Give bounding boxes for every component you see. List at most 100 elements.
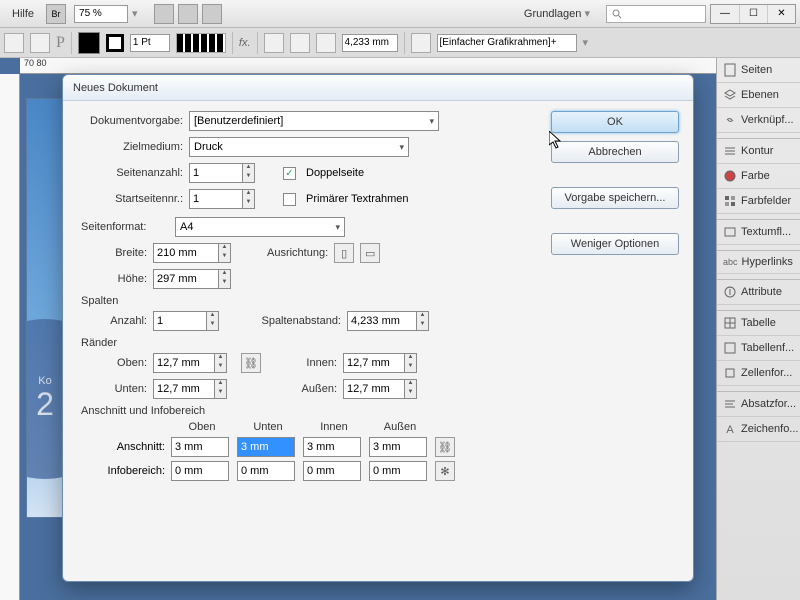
label-bleed: Anschnitt: bbox=[93, 441, 167, 453]
cancel-button[interactable]: Abbrechen bbox=[551, 141, 679, 163]
margin-bottom-input[interactable] bbox=[153, 379, 215, 399]
close-button[interactable]: ✕ bbox=[767, 5, 795, 23]
label-gutter: Spaltenabstand: bbox=[241, 315, 341, 327]
label-moutside: Außen: bbox=[275, 383, 337, 395]
ruler-vertical bbox=[0, 74, 20, 600]
panel-stroke[interactable]: Kontur bbox=[717, 139, 800, 164]
margin-inside-input[interactable] bbox=[343, 353, 405, 373]
control-panel: P fx. ▾ bbox=[0, 28, 800, 58]
panel-textwrap[interactable]: Textumfl... bbox=[717, 220, 800, 245]
panel-links[interactable]: Verknüpf... bbox=[717, 108, 800, 133]
label-mbottom: Unten: bbox=[93, 383, 147, 395]
pagecount-input[interactable] bbox=[189, 163, 243, 183]
label-facing: Doppelseite bbox=[306, 167, 364, 179]
panel-tablestyles[interactable]: Tabellenf... bbox=[717, 336, 800, 361]
align-icon[interactable] bbox=[264, 33, 284, 53]
stroke-weight[interactable] bbox=[130, 34, 170, 52]
orientation-portrait-icon[interactable]: ▯ bbox=[334, 243, 354, 263]
minimize-button[interactable]: — bbox=[711, 5, 739, 23]
link-slug-icon[interactable]: ✻ bbox=[435, 461, 455, 481]
gutter-input[interactable] bbox=[347, 311, 417, 331]
tool-icon[interactable] bbox=[30, 33, 50, 53]
bleed-inside[interactable] bbox=[303, 437, 361, 457]
stroke-swatch[interactable] bbox=[106, 34, 124, 52]
facing-pages-checkbox[interactable]: ✓ bbox=[283, 167, 296, 180]
ok-button[interactable]: OK bbox=[551, 111, 679, 133]
preset-dropdown[interactable]: [Benutzerdefiniert] bbox=[189, 111, 439, 131]
section-margins: Ränder bbox=[81, 337, 539, 349]
label-width: Breite: bbox=[93, 247, 147, 259]
label-pagecount: Seitenanzahl: bbox=[77, 167, 183, 179]
ruler-horizontal: 70 80 bbox=[20, 58, 720, 74]
startpage-input[interactable] bbox=[189, 189, 243, 209]
col-top: Oben bbox=[171, 421, 233, 433]
colcount-input[interactable] bbox=[153, 311, 207, 331]
search-input[interactable] bbox=[606, 5, 706, 23]
label-startpage: Startseitennr.: bbox=[77, 193, 183, 205]
svg-text:A: A bbox=[726, 424, 734, 436]
label-colcount: Anzahl: bbox=[93, 315, 147, 327]
intent-dropdown[interactable]: Druck bbox=[189, 137, 409, 157]
col-outside: Außen bbox=[369, 421, 431, 433]
panel-dock: Seiten Ebenen Verknüpf... Kontur Farbe F… bbox=[716, 58, 800, 600]
label-mtop: Oben: bbox=[93, 357, 147, 369]
label-preset: Dokumentvorgabe: bbox=[77, 115, 183, 127]
screen-mode-icon[interactable] bbox=[178, 4, 198, 24]
menu-help[interactable]: Hilfe bbox=[4, 5, 42, 23]
height-input[interactable] bbox=[153, 269, 219, 289]
slug-bottom[interactable] bbox=[237, 461, 295, 481]
fill-swatch[interactable] bbox=[78, 32, 100, 54]
fewer-options-button[interactable]: Weniger Optionen bbox=[551, 233, 679, 255]
svg-text:i: i bbox=[729, 286, 731, 298]
frame-fit-icon[interactable] bbox=[316, 33, 336, 53]
pagesize-dropdown[interactable]: A4 bbox=[175, 217, 345, 237]
panel-layers[interactable]: Ebenen bbox=[717, 83, 800, 108]
width-input[interactable] bbox=[153, 243, 219, 263]
label-orientation: Ausrichtung: bbox=[267, 247, 328, 259]
slug-top[interactable] bbox=[171, 461, 229, 481]
link-bleed-icon[interactable]: ⛓ bbox=[435, 437, 455, 457]
distribute-icon[interactable] bbox=[290, 33, 310, 53]
workspace-switcher[interactable]: Grundlagen ▾ bbox=[516, 4, 598, 23]
panel-hyperlinks[interactable]: abcHyperlinks bbox=[717, 251, 800, 274]
stroke-style-icon[interactable] bbox=[176, 33, 226, 53]
slug-inside[interactable] bbox=[303, 461, 361, 481]
margin-top-input[interactable] bbox=[153, 353, 215, 373]
bleed-bottom[interactable] bbox=[237, 437, 295, 457]
label-pagesize: Seitenformat: bbox=[81, 221, 169, 233]
bleed-top[interactable] bbox=[171, 437, 229, 457]
orientation-landscape-icon[interactable]: ▭ bbox=[360, 243, 380, 263]
col-bottom: Unten bbox=[237, 421, 299, 433]
new-document-dialog: Neues Dokument Dokumentvorgabe: [Benutze… bbox=[62, 74, 694, 582]
view-mode-icon[interactable] bbox=[154, 4, 174, 24]
frame-type-dropdown[interactable] bbox=[437, 34, 577, 52]
section-columns: Spalten bbox=[81, 295, 539, 307]
panel-charstyles[interactable]: AZeichenfo... bbox=[717, 417, 800, 442]
slug-outside[interactable] bbox=[369, 461, 427, 481]
maximize-button[interactable]: ☐ bbox=[739, 5, 767, 23]
tool-icon[interactable] bbox=[4, 33, 24, 53]
save-preset-button[interactable]: Vorgabe speichern... bbox=[551, 187, 679, 209]
panel-parastyles[interactable]: Absatzfor... bbox=[717, 392, 800, 417]
zoom-level[interactable] bbox=[74, 5, 128, 23]
bleed-outside[interactable] bbox=[369, 437, 427, 457]
col-inside: Innen bbox=[303, 421, 365, 433]
dialog-title: Neues Dokument bbox=[63, 75, 693, 101]
panel-swatches[interactable]: Farbfelder bbox=[717, 189, 800, 214]
link-margins-icon[interactable]: ⛓ bbox=[241, 353, 261, 373]
frame-icon[interactable] bbox=[411, 33, 431, 53]
arrange-icon[interactable] bbox=[202, 4, 222, 24]
label-intent: Zielmedium: bbox=[77, 141, 183, 153]
measure-field[interactable] bbox=[342, 34, 398, 52]
panel-attributes[interactable]: iAttribute bbox=[717, 280, 800, 305]
window-controls: — ☐ ✕ bbox=[710, 4, 796, 24]
panel-color[interactable]: Farbe bbox=[717, 164, 800, 189]
margin-outside-input[interactable] bbox=[343, 379, 405, 399]
primary-textframe-checkbox[interactable] bbox=[283, 193, 296, 206]
panel-cellstyles[interactable]: Zellenfor... bbox=[717, 361, 800, 386]
panel-pages[interactable]: Seiten bbox=[717, 58, 800, 83]
panel-table[interactable]: Tabelle bbox=[717, 311, 800, 336]
bridge-icon[interactable]: Br bbox=[46, 4, 66, 24]
label-slug: Infobereich: bbox=[93, 465, 167, 477]
section-bleed: Anschnitt und Infobereich bbox=[81, 405, 539, 417]
